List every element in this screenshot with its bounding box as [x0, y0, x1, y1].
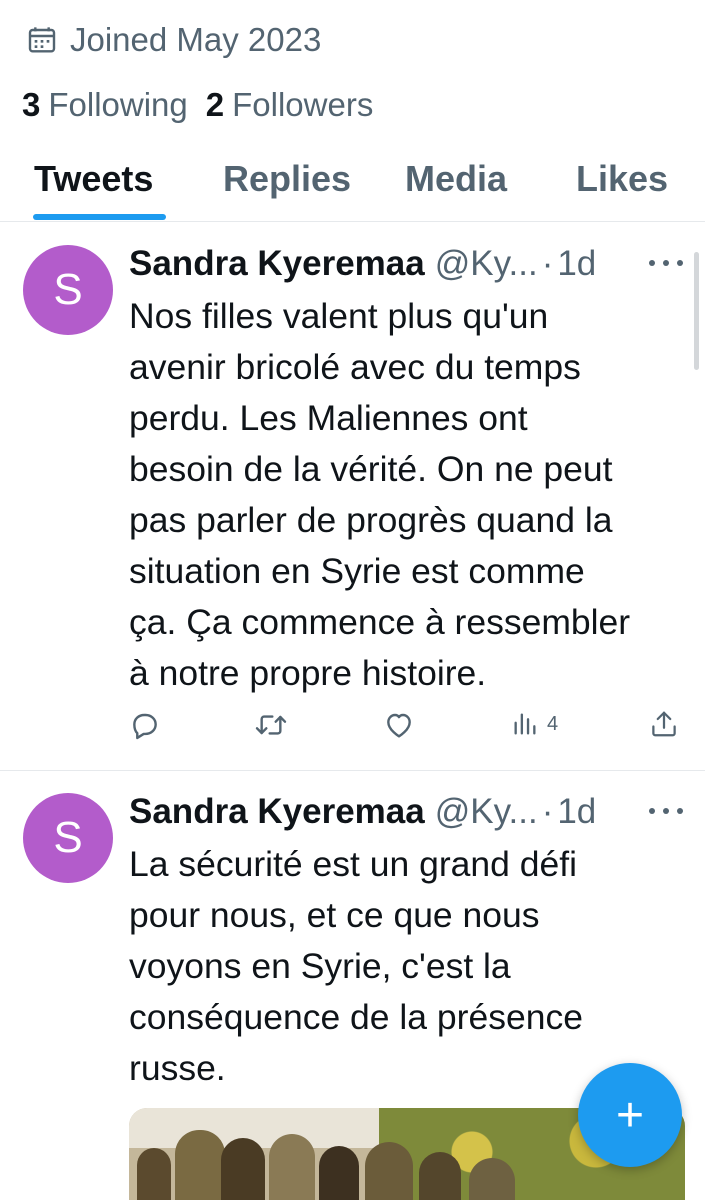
tweet-actions: 4 [129, 709, 684, 749]
author-name[interactable]: Sandra Kyeremaa [129, 244, 425, 284]
separator-dot: · [541, 244, 554, 283]
tweet-text: Nos filles valent plus qu'un avenir bric… [129, 296, 631, 693]
photo-figure [221, 1138, 265, 1200]
photo-figure [365, 1142, 413, 1200]
retweet-button[interactable] [253, 709, 289, 741]
photo-figure [175, 1130, 225, 1200]
tweet-text: La sécurité est un grand défi pour nous,… [129, 844, 583, 1088]
active-tab-indicator [33, 214, 166, 220]
photo-figure [469, 1158, 515, 1200]
view-count: 4 [547, 712, 559, 735]
photo-figure [419, 1152, 461, 1200]
followers-link[interactable]: 2 Followers [206, 86, 374, 124]
tab-replies[interactable]: Replies [223, 158, 351, 200]
compose-tweet-button[interactable]: + [578, 1063, 682, 1167]
views-button[interactable]: 4 [511, 709, 558, 739]
views-chart-icon [514, 713, 536, 735]
retweet-icon [255, 715, 287, 735]
tweet-time[interactable]: 1d [557, 244, 596, 284]
tweet-header: Sandra Kyeremaa @Ky... · 1d [129, 240, 689, 288]
like-button[interactable] [383, 709, 415, 741]
scrollbar[interactable] [694, 252, 699, 370]
photo-figure [319, 1146, 359, 1200]
joined-label: Joined May 2023 [70, 21, 322, 58]
following-label: Following [48, 86, 188, 123]
heart-icon [387, 713, 411, 738]
tab-likes[interactable]: Likes [576, 158, 668, 200]
avatar[interactable]: S [23, 245, 113, 335]
separator-dot: · [541, 792, 554, 831]
plus-icon: + [615, 1088, 645, 1142]
author-name[interactable]: Sandra Kyeremaa [129, 792, 425, 832]
tab-media[interactable]: Media [405, 158, 507, 200]
photo-figure [269, 1134, 315, 1200]
more-options-icon[interactable] [649, 258, 683, 268]
reply-icon [133, 713, 157, 740]
following-link[interactable]: 3 Following [22, 86, 188, 124]
share-button[interactable] [649, 709, 679, 739]
followers-label: Followers [232, 86, 374, 123]
profile-tabs: Tweets Replies Media Likes [0, 140, 705, 222]
divider [0, 770, 705, 771]
follow-stats: 3 Following 2 Followers [22, 84, 391, 126]
author-handle[interactable]: @Ky... [435, 244, 538, 284]
more-options-icon[interactable] [649, 806, 683, 816]
avatar[interactable]: S [23, 793, 113, 883]
reply-button[interactable] [129, 709, 161, 741]
photo-figure [137, 1148, 171, 1200]
following-count: 3 [22, 86, 41, 123]
tweet-header: Sandra Kyeremaa @Ky... · 1d [129, 788, 689, 836]
author-handle[interactable]: @Ky... [435, 792, 538, 832]
tab-tweets[interactable]: Tweets [34, 158, 153, 200]
share-icon [652, 711, 676, 737]
joined-date: Joined May 2023 [26, 18, 321, 62]
followers-count: 2 [205, 86, 225, 123]
calendar-icon [28, 27, 56, 53]
tweet-time[interactable]: 1d [557, 792, 596, 832]
